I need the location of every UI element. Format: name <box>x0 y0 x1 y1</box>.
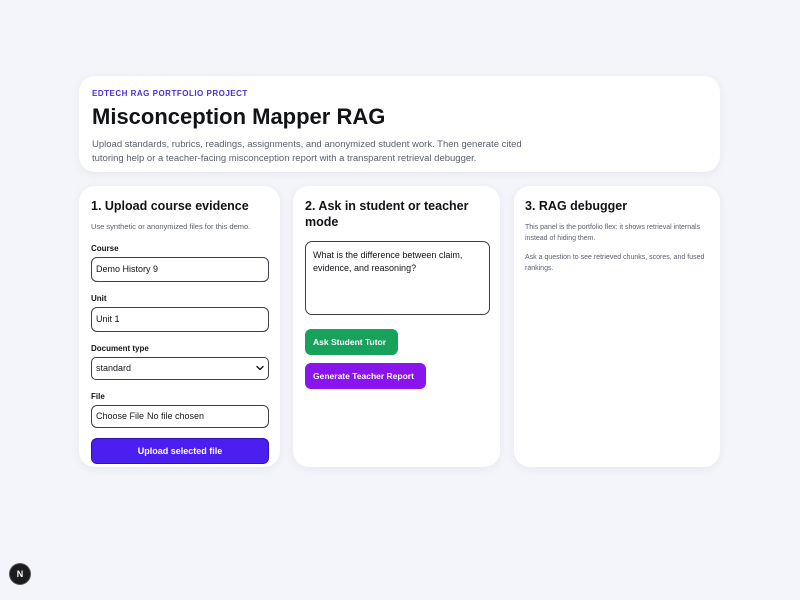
course-label: Course <box>91 244 119 253</box>
upload-panel: 1. Upload course evidence Use synthetic … <box>79 186 280 467</box>
debugger-description: This panel is the portfolio flex: it sho… <box>525 224 701 242</box>
file-input[interactable]: Choose File No file chosen <box>91 405 269 428</box>
ask-student-tutor-button[interactable]: Ask Student Tutor <box>305 329 398 355</box>
upload-title: 1. Upload course evidence <box>91 199 249 213</box>
file-status: No file chosen <box>147 411 205 421</box>
chevron-down-icon <box>256 365 264 371</box>
eyebrow-label: EDTECH RAG PORTFOLIO PROJECT <box>92 89 248 98</box>
unit-input[interactable]: Unit 1 <box>91 307 269 332</box>
debugger-panel: 3. RAG debugger This panel is the portfo… <box>514 186 720 467</box>
ask-panel: 2. Ask in student or teacher mode What i… <box>293 186 500 467</box>
header-card: EDTECH RAG PORTFOLIO PROJECT Misconcepti… <box>79 76 720 172</box>
page-title: Misconception Mapper RAG <box>92 104 386 129</box>
file-label: File <box>91 392 105 401</box>
course-input[interactable]: Demo History 9 <box>91 257 269 282</box>
doctype-select[interactable]: standard <box>91 357 269 380</box>
ask-title: 2. Ask in student or teacher mode <box>305 199 469 229</box>
generate-teacher-report-button[interactable]: Generate Teacher Report <box>305 363 426 389</box>
upload-note: Use synthetic or anonymized files for th… <box>91 222 251 231</box>
page-subtitle: Upload standards, rubrics, readings, ass… <box>92 139 522 164</box>
choose-file-button[interactable]: Choose File <box>96 411 144 421</box>
app-page: EDTECH RAG PORTFOLIO PROJECT Misconcepti… <box>0 0 800 600</box>
doctype-label: Document type <box>91 344 149 353</box>
question-textarea[interactable]: What is the difference between claim, ev… <box>305 241 490 315</box>
doctype-selected-value: standard <box>96 363 132 373</box>
framework-badge-icon[interactable]: N <box>10 564 30 584</box>
debugger-title: 3. RAG debugger <box>525 199 628 213</box>
upload-button[interactable]: Upload selected file <box>91 438 269 464</box>
debugger-hint: Ask a question to see retrieved chunks, … <box>525 254 705 272</box>
unit-label: Unit <box>91 294 107 303</box>
